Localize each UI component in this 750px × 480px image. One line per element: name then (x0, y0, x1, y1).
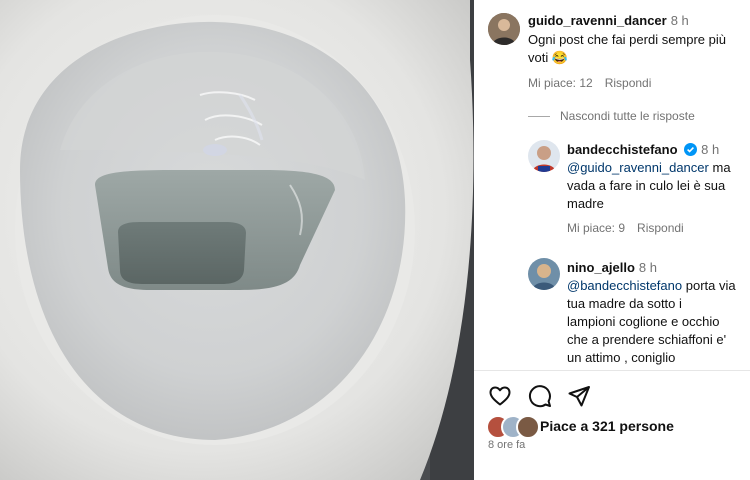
verified-badge-icon (684, 143, 698, 160)
divider (474, 370, 750, 371)
heart-icon[interactable] (488, 384, 512, 408)
comment-time: 8 h (670, 13, 689, 28)
replies-line (528, 116, 550, 118)
comment-likes[interactable]: Mi piace: 12 (528, 76, 593, 90)
liker-avatar (516, 415, 540, 439)
post-image (0, 0, 474, 480)
reply-button[interactable]: Rispondi (637, 221, 684, 235)
hide-replies-toggle[interactable]: Nascondi tutte le risposte (528, 109, 695, 123)
laughing-emoji: 😂 (551, 50, 569, 65)
username[interactable]: bandecchistefano (567, 142, 678, 157)
comment-likes[interactable]: Mi piace: 9 (567, 221, 625, 235)
comments-panel (474, 0, 750, 480)
comment-meta: Mi piace: 9 Rispondi (567, 221, 684, 235)
comment-text: @guido_ravenni_dancer ma vada a fare in … (567, 160, 731, 211)
username[interactable]: nino_ajello (567, 260, 635, 275)
toilet-photo (0, 0, 474, 480)
username[interactable]: guido_ravenni_dancer (528, 13, 667, 28)
likes-count: 321 (592, 418, 616, 434)
profile-photo-icon (528, 140, 560, 172)
avatar[interactable] (488, 13, 520, 45)
comment-text: @bandecchistefano porta via tua madre da… (567, 278, 736, 365)
profile-photo-icon (528, 258, 560, 290)
paper-plane-icon[interactable] (567, 384, 591, 408)
avatar[interactable] (528, 140, 560, 172)
reply-button[interactable]: Rispondi (605, 76, 652, 90)
profile-photo-icon (488, 13, 520, 45)
comment-meta: Mi piace: 12 Rispondi (528, 76, 651, 90)
mention-link[interactable]: @bandecchistefano (567, 278, 682, 293)
mention-link[interactable]: @guido_ravenni_dancer (567, 160, 709, 175)
comment-time: 8 h (701, 142, 720, 157)
post-age: 8 ore fa (488, 439, 526, 451)
comment-header: guido_ravenni_dancer 8 h (528, 12, 689, 29)
comment-header: nino_ajello 8 h (567, 259, 657, 276)
comment-time: 8 h (638, 260, 657, 275)
likes-summary[interactable]: Piace a 321 persone (540, 418, 674, 434)
comment-text: Ogni post che fai perdi sempre più voti … (528, 32, 726, 65)
avatar[interactable] (528, 258, 560, 290)
comment-icon[interactable] (528, 384, 552, 408)
comment-header: bandecchistefano 8 h (567, 141, 719, 160)
